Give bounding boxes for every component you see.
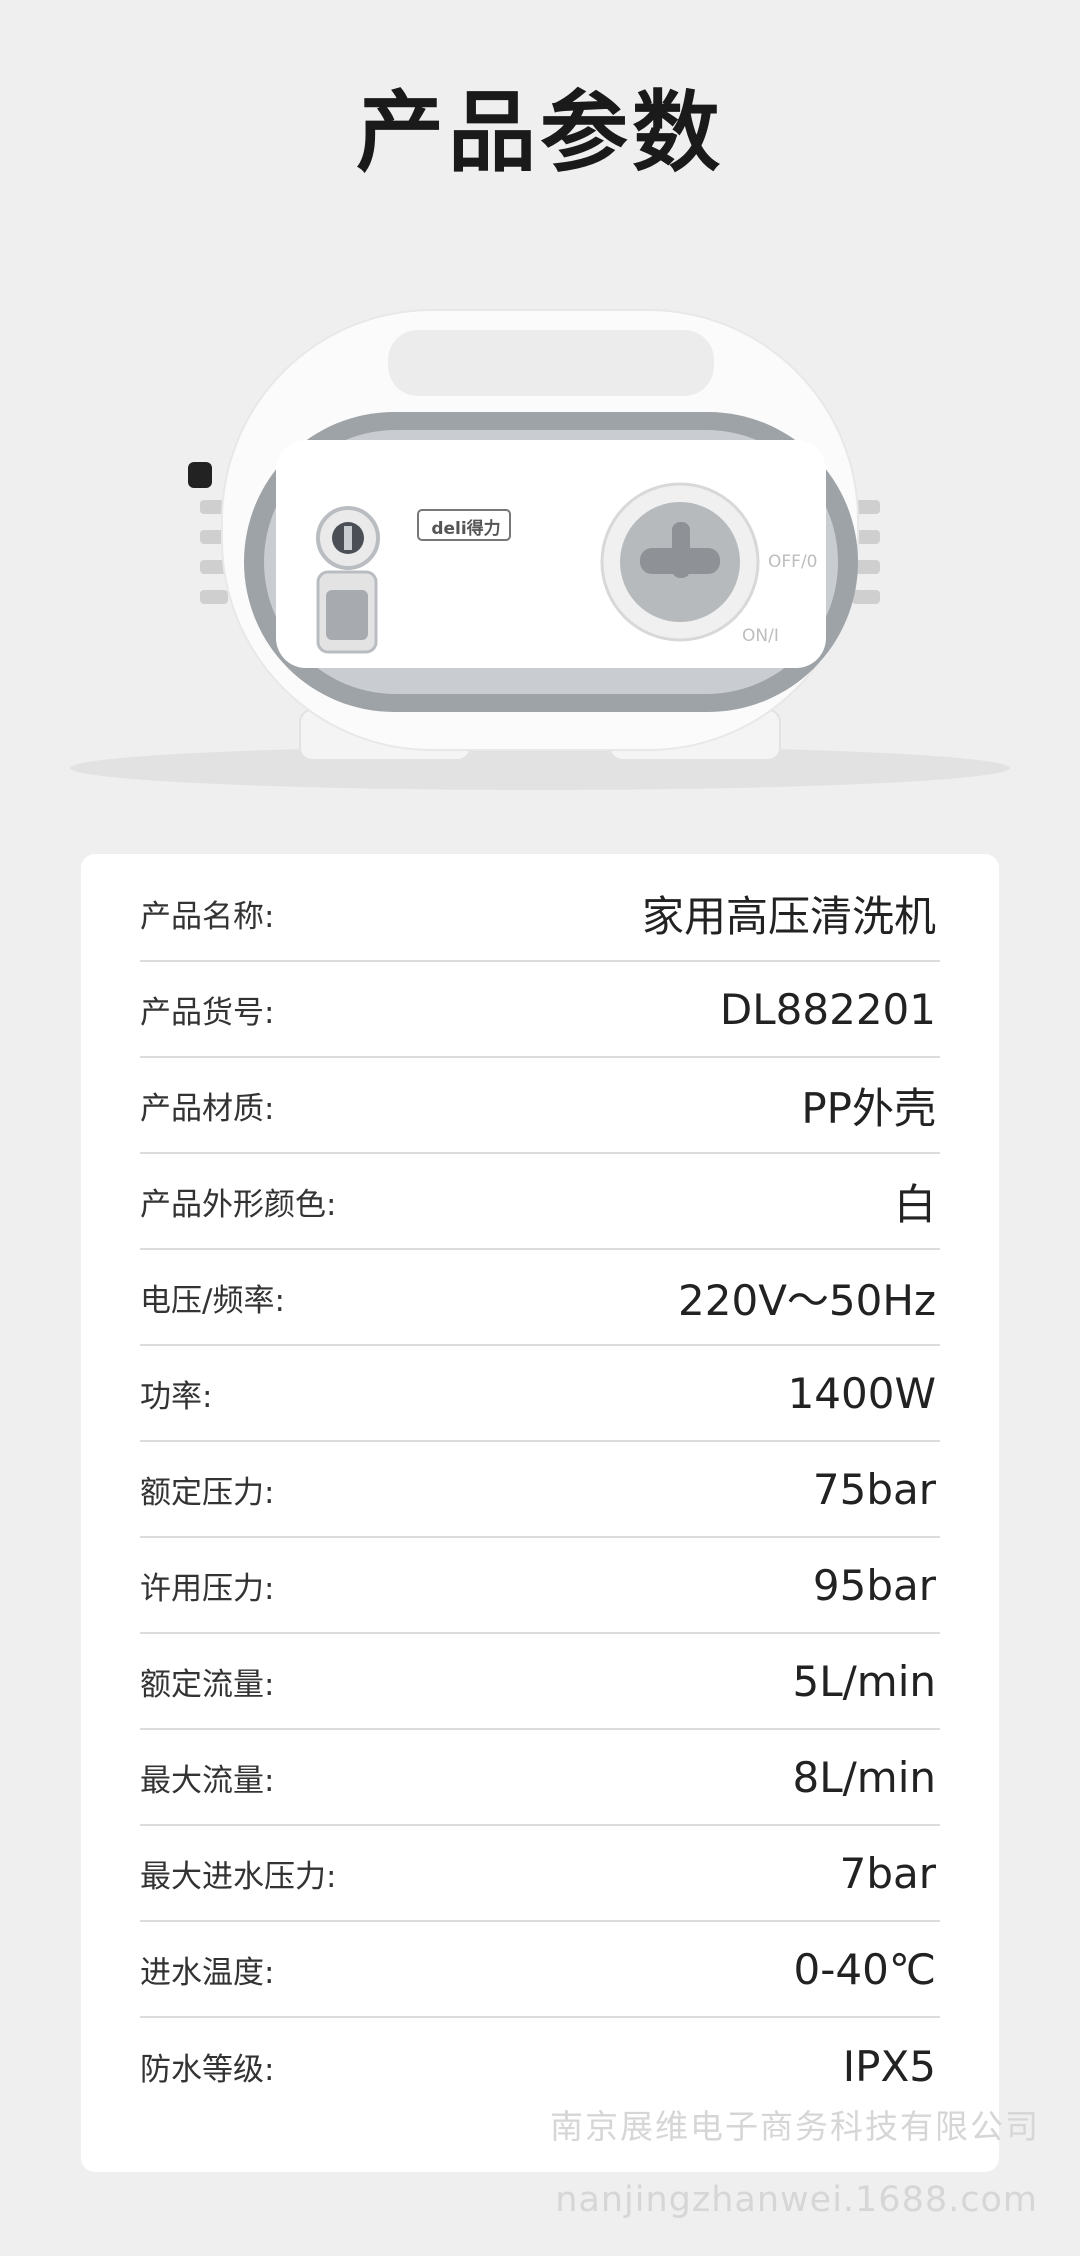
spec-label: 产品外形颜色:	[140, 1186, 337, 1223]
spec-row: 产品外形颜色: 白	[140, 1154, 940, 1250]
switch-on-label: ON/I	[742, 626, 779, 646]
page-title: 产品参数	[355, 81, 724, 184]
spec-label: 额定压力:	[140, 1474, 275, 1511]
spec-row: 功率: 1400W	[140, 1346, 940, 1442]
spec-value: 白	[893, 1179, 936, 1229]
spec-row: 最大进水压力: 7bar	[140, 1826, 940, 1922]
spec-row: 最大流量: 8L/min	[140, 1730, 940, 1826]
spec-card: 产品名称: 家用高压清洗机 产品货号: DL882201 产品材质: PP外壳 …	[81, 854, 999, 2172]
brand-logo: deli得力	[431, 519, 501, 539]
switch-off-label: OFF/0	[768, 552, 818, 572]
spec-row: 电压/频率: 220V～50Hz	[140, 1250, 940, 1346]
spec-value: 8L/min	[792, 1752, 936, 1802]
spec-label: 产品名称:	[140, 898, 275, 935]
spec-value: 7bar	[839, 1848, 936, 1898]
spec-label: 许用压力:	[140, 1570, 275, 1607]
spec-label: 产品材质:	[140, 1090, 275, 1127]
spec-value: 95bar	[812, 1560, 936, 1610]
spec-label: 进水温度:	[140, 1954, 275, 1991]
spec-value: 75bar	[812, 1464, 936, 1514]
spec-value: PP外壳	[801, 1083, 936, 1133]
spec-label: 最大进水压力:	[140, 1858, 337, 1895]
spec-value: 0-40℃	[793, 1944, 937, 1994]
spec-label: 额定流量:	[140, 1666, 275, 1703]
spec-label: 防水等级:	[140, 2051, 275, 2088]
spec-label: 功率:	[140, 1378, 213, 1415]
watermark-url: nanjingzhanwei.1688.com	[555, 2180, 1038, 2220]
spec-row: 额定流量: 5L/min	[140, 1634, 940, 1730]
spec-label: 电压/频率:	[140, 1282, 285, 1319]
spec-table: 产品名称: 家用高压清洗机 产品货号: DL882201 产品材质: PP外壳 …	[140, 866, 940, 2114]
watermark-company: 南京展维电子商务科技有限公司	[550, 2107, 1040, 2146]
spec-row: 许用压力: 95bar	[140, 1538, 940, 1634]
spec-row: 产品材质: PP外壳	[140, 1058, 940, 1154]
spec-value: 1400W	[787, 1368, 936, 1418]
spec-label: 产品货号:	[140, 994, 275, 1031]
product-image: deli得力 OFF/0 ON/I	[0, 290, 1080, 810]
spec-row: 产品名称: 家用高压清洗机	[140, 866, 940, 962]
spec-row: 额定压力: 75bar	[140, 1442, 940, 1538]
spec-value: 家用高压清洗机	[641, 891, 936, 941]
spec-value: DL882201	[719, 984, 936, 1034]
spec-value: 220V～50Hz	[678, 1275, 936, 1325]
spec-label: 最大流量:	[140, 1762, 275, 1799]
spec-row: 进水温度: 0-40℃	[140, 1922, 940, 2018]
spec-value: IPX5	[842, 2041, 936, 2091]
spec-row: 产品货号: DL882201	[140, 962, 940, 1058]
spec-value: 5L/min	[792, 1656, 936, 1706]
